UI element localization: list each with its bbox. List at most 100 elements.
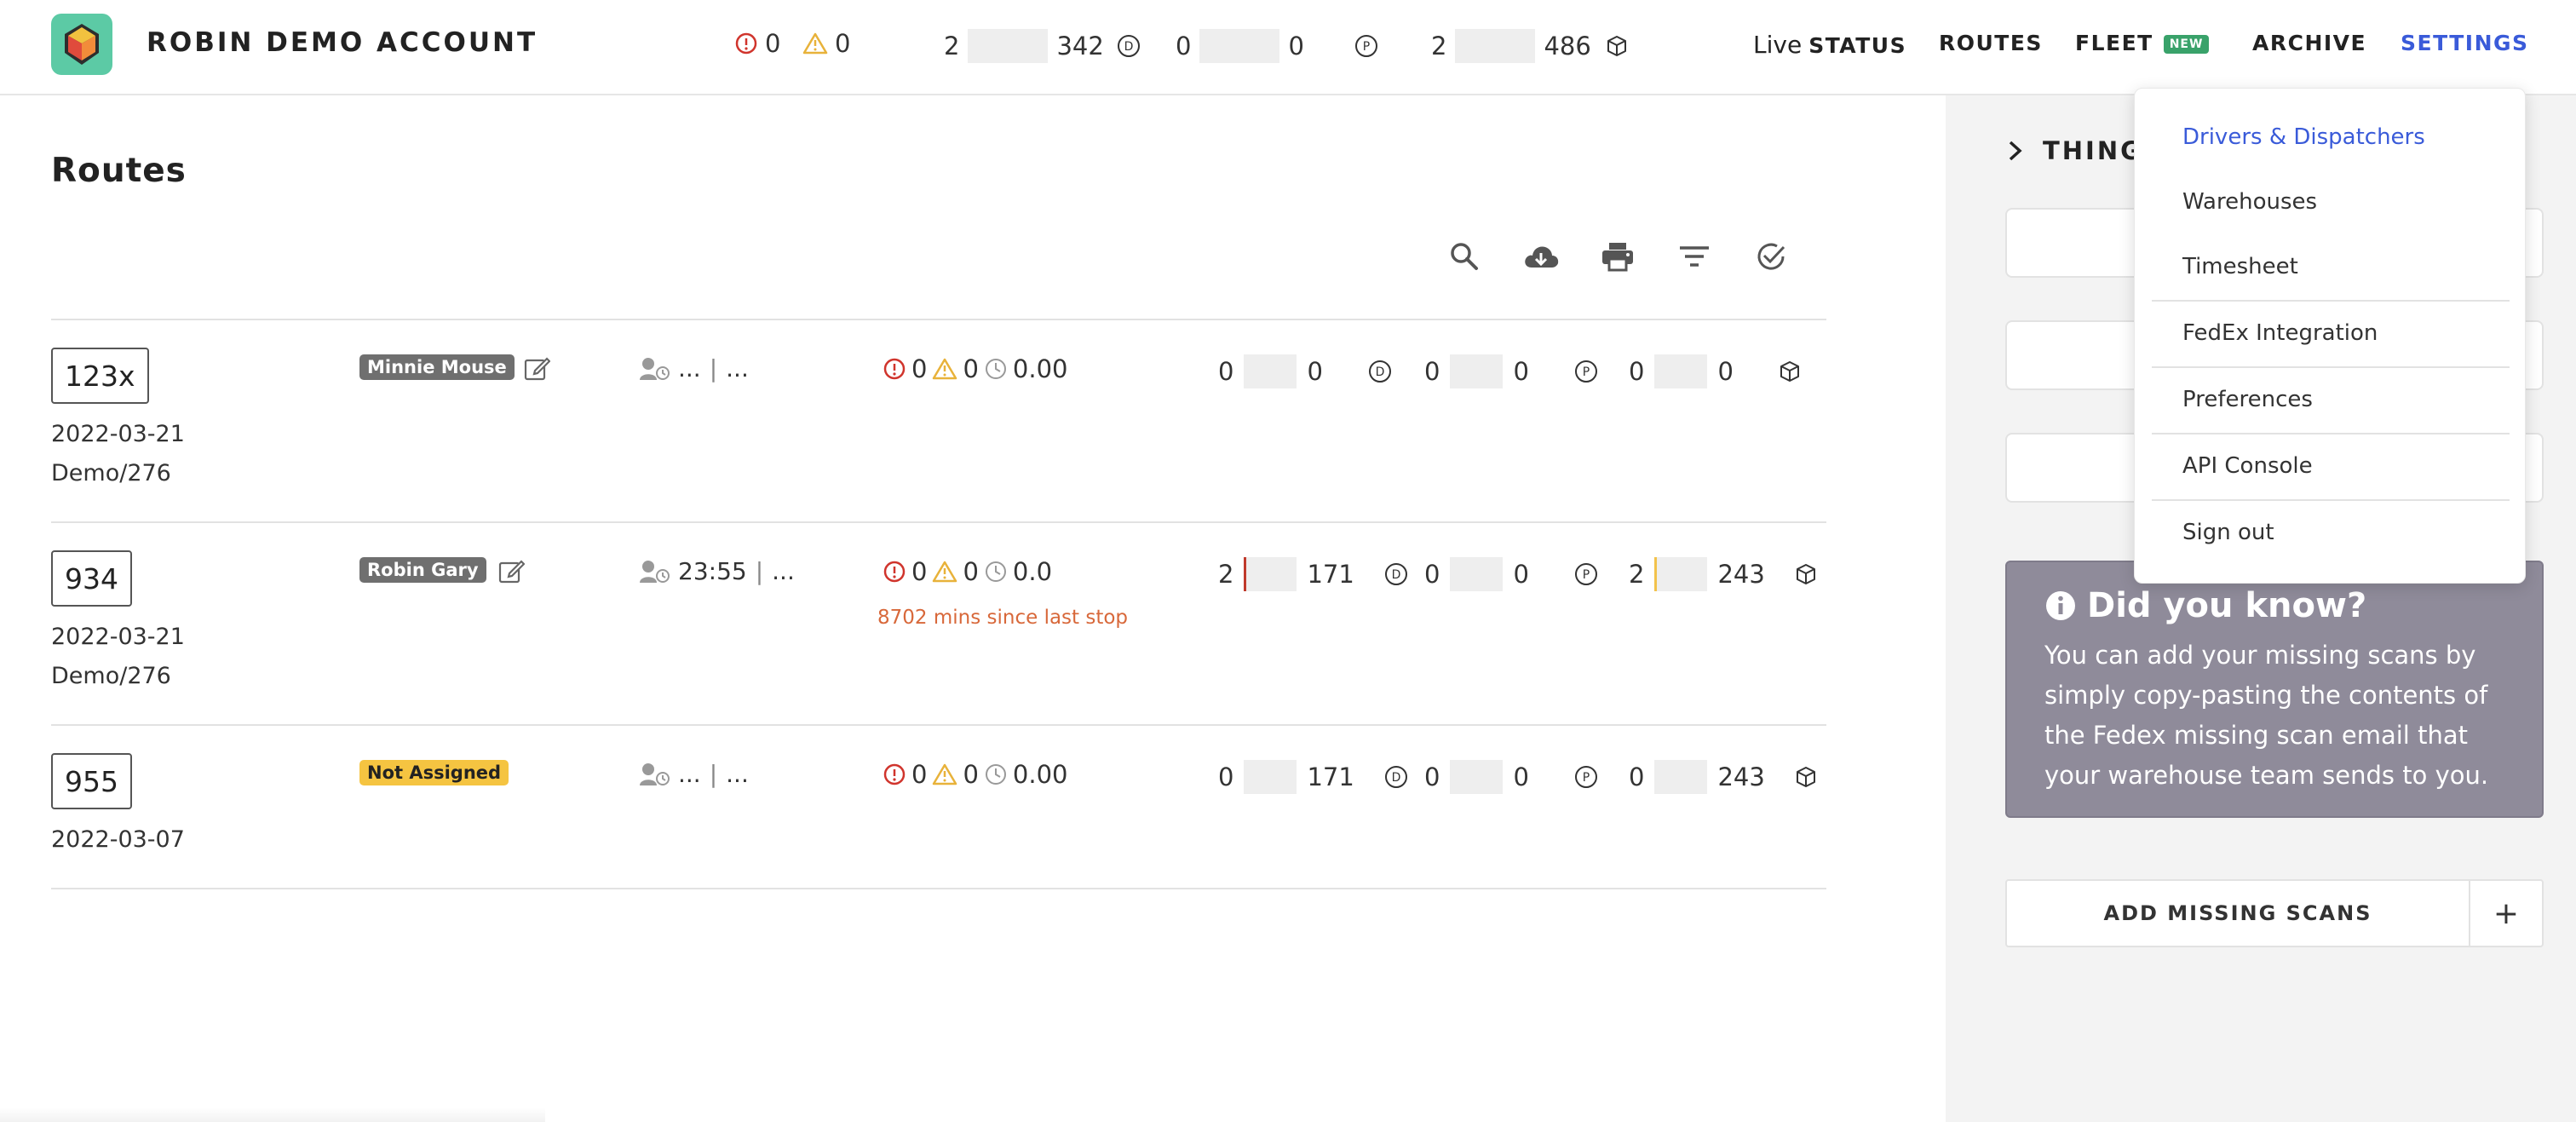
menu-item-fedex-integration[interactable]: FedEx Integration bbox=[2182, 320, 2378, 346]
route-id-box[interactable]: 123x bbox=[51, 348, 149, 404]
filter-button[interactable] bbox=[1675, 237, 1714, 276]
menu-item-warehouses[interactable]: Warehouses bbox=[2182, 189, 2317, 215]
header-warning-count[interactable]: 0 bbox=[802, 29, 850, 58]
nav-settings[interactable]: SETTINGS bbox=[2401, 31, 2529, 55]
menu-divider bbox=[2152, 300, 2510, 302]
did-you-know-body: You can add your missing scans by simply… bbox=[2044, 641, 2489, 790]
did-you-know-title: Did you know? bbox=[2044, 586, 2504, 625]
driver-tag[interactable]: Not Assigned bbox=[359, 760, 509, 785]
table-row[interactable]: 934 2022-03-21 Demo/276 Robin Gary 23:55… bbox=[51, 523, 1826, 726]
time-cell: ... |... bbox=[639, 354, 749, 383]
header-delivered-stat[interactable]: 2 342 D bbox=[944, 29, 1141, 63]
app-logo[interactable] bbox=[51, 14, 112, 75]
new-badge: NEW bbox=[2163, 35, 2210, 54]
edit-icon[interactable] bbox=[497, 557, 525, 584]
time-start: ... bbox=[678, 760, 701, 788]
nav-status-label: STATUS bbox=[1808, 33, 1907, 58]
pickup-right: 0 bbox=[1513, 560, 1529, 589]
svg-text:D: D bbox=[1391, 771, 1400, 785]
svg-text:D: D bbox=[1391, 568, 1400, 582]
header-pickup-stat[interactable]: 0 0 P bbox=[1176, 29, 1379, 63]
menu-item-preferences[interactable]: Preferences bbox=[2182, 387, 2313, 412]
add-scans-plus-button[interactable]: + bbox=[2469, 881, 2542, 946]
svg-text:D: D bbox=[1124, 40, 1133, 54]
mark-done-button[interactable] bbox=[1751, 237, 1791, 276]
menu-item-timesheet[interactable]: Timesheet bbox=[2182, 254, 2298, 279]
table-row[interactable]: 955 2022-03-07 Not Assigned ... |... 0 0 … bbox=[51, 726, 1826, 889]
table-row[interactable]: 123x 2022-03-21 Demo/276 Minnie Mouse ..… bbox=[51, 320, 1826, 523]
svg-text:P: P bbox=[1583, 365, 1590, 379]
menu-divider bbox=[2152, 366, 2510, 368]
header-delivered-right: 342 bbox=[1056, 32, 1104, 60]
route-demo: Demo/276 bbox=[51, 663, 171, 689]
svg-text:P: P bbox=[1583, 771, 1590, 785]
pickup-count: 0 0 P bbox=[1424, 760, 1599, 794]
pickup-left: 0 bbox=[1424, 762, 1440, 791]
info-icon bbox=[2046, 591, 2075, 620]
delivered-d-icon: D bbox=[1384, 563, 1407, 585]
edit-icon[interactable] bbox=[523, 354, 550, 382]
package-bar bbox=[1654, 557, 1708, 591]
delivered-bar bbox=[1244, 354, 1297, 388]
pickup-p-icon: P bbox=[1574, 766, 1597, 788]
nav-fleet[interactable]: FLEET NEW bbox=[2075, 31, 2210, 55]
menu-divider bbox=[2152, 433, 2510, 434]
print-button[interactable] bbox=[1598, 237, 1637, 276]
search-button[interactable] bbox=[1445, 237, 1484, 276]
time-start: 23:55 bbox=[678, 557, 747, 585]
pickup-count: 0 0 P bbox=[1424, 354, 1599, 388]
menu-item-sign-out[interactable]: Sign out bbox=[2182, 520, 2274, 545]
header-package-right: 486 bbox=[1544, 32, 1591, 60]
error-circle-icon bbox=[735, 32, 757, 55]
nav-fleet-label: FLEET bbox=[2075, 31, 2153, 55]
package-left: 0 bbox=[1629, 762, 1645, 791]
driver-clock-icon bbox=[640, 560, 670, 583]
issue-stats: 0 0 0.0 bbox=[883, 557, 1057, 586]
delivered-left: 2 bbox=[1218, 560, 1234, 589]
time-end: ... bbox=[726, 354, 749, 383]
pickup-bar bbox=[1450, 557, 1504, 591]
driver-tag[interactable]: Robin Gary bbox=[359, 557, 486, 583]
driver-tag[interactable]: Minnie Mouse bbox=[359, 354, 515, 380]
route-date: 2022-03-21 bbox=[51, 421, 185, 447]
delivered-d-icon: D bbox=[1384, 766, 1407, 788]
header-delivered-bar bbox=[968, 29, 1049, 63]
row-error-count: 0 bbox=[911, 354, 928, 383]
package-bar bbox=[1654, 760, 1708, 794]
time-separator: | bbox=[755, 557, 764, 585]
download-button[interactable] bbox=[1521, 237, 1561, 276]
delivered-count: 0 0 D bbox=[1218, 354, 1393, 388]
delivered-count: 2 171 D bbox=[1218, 557, 1409, 591]
row-warning-count: 0 bbox=[963, 760, 979, 789]
header-pickup-left: 0 bbox=[1176, 32, 1192, 60]
add-missing-scans-button[interactable]: ADD MISSING SCANS bbox=[2007, 901, 2469, 925]
route-id-box[interactable]: 934 bbox=[51, 550, 132, 607]
delivered-right: 171 bbox=[1307, 560, 1354, 589]
check-circle-icon bbox=[1757, 243, 1785, 270]
package-left: 2 bbox=[1629, 560, 1645, 589]
menu-item-api-console[interactable]: API Console bbox=[2182, 453, 2313, 479]
package-bar bbox=[1654, 354, 1708, 388]
page-title: Routes bbox=[51, 152, 187, 190]
header-error-count[interactable]: 0 bbox=[734, 29, 780, 58]
row-error-count: 0 bbox=[911, 760, 928, 789]
delivered-left: 0 bbox=[1218, 357, 1234, 386]
nav-archive[interactable]: ARCHIVE bbox=[2252, 31, 2366, 55]
nav-live-status[interactable]: Live STATUS bbox=[1753, 31, 1906, 59]
package-count: 2 243 bbox=[1629, 557, 1818, 591]
time-start: ... bbox=[678, 354, 701, 383]
pickup-bar bbox=[1450, 760, 1504, 794]
pickup-bar bbox=[1450, 354, 1504, 388]
pickup-p-icon: P bbox=[1574, 563, 1597, 585]
package-right: 0 bbox=[1717, 357, 1734, 386]
warning-triangle-icon bbox=[933, 358, 957, 380]
pickup-count: 0 0 P bbox=[1424, 557, 1599, 591]
time-end: ... bbox=[726, 760, 749, 788]
package-box-icon bbox=[1780, 361, 1799, 382]
chevron-right-icon bbox=[2009, 141, 2022, 161]
route-id-box[interactable]: 955 bbox=[51, 753, 132, 809]
header-package-stat[interactable]: 2 486 bbox=[1431, 29, 1629, 63]
row-warning-count: 0 bbox=[963, 557, 979, 586]
nav-routes[interactable]: ROUTES bbox=[1939, 31, 2043, 55]
menu-item-drivers-dispatchers[interactable]: Drivers & Dispatchers bbox=[2182, 124, 2425, 150]
